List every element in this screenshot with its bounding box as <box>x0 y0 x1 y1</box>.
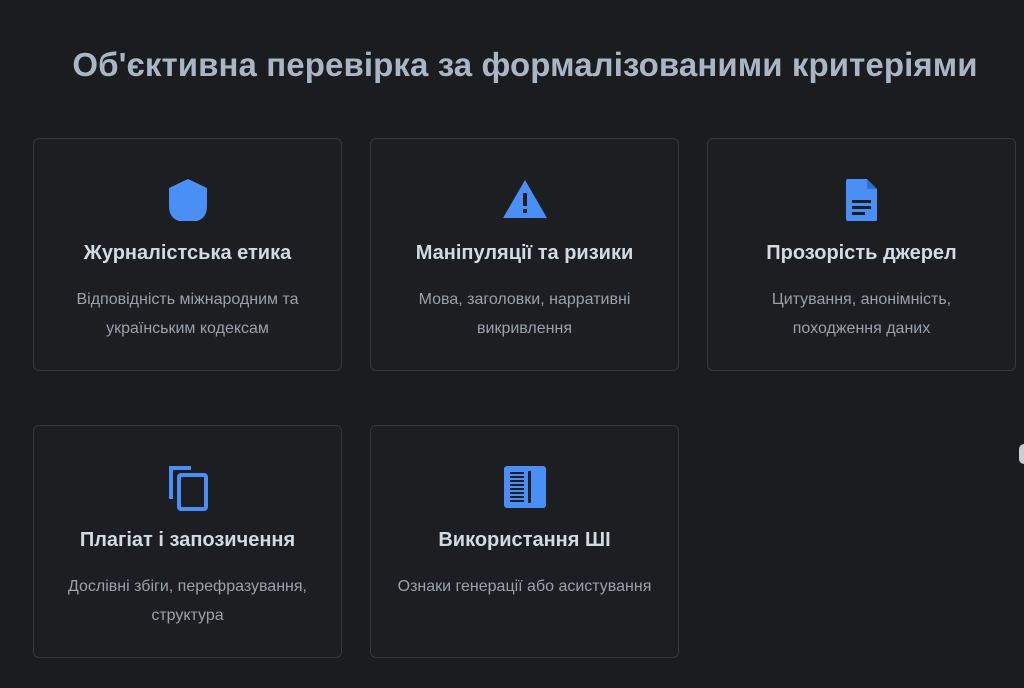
warning-icon <box>501 176 549 224</box>
copy-icon <box>164 463 212 511</box>
ai-text-icon <box>501 463 549 511</box>
card-description: Дослівні збіги, перефразування, структур… <box>68 578 307 624</box>
card-title: Журналістська етика <box>83 242 292 264</box>
card-title: Маніпуляції та ризики <box>415 242 634 264</box>
card-title: Плагіат і запозичення <box>79 529 296 551</box>
criteria-card-plagiarism: Плагіат і запозичення Дослівні збіги, пе… <box>33 425 342 658</box>
section-heading: Об'єктивна перевірка за формалізованими … <box>72 46 978 83</box>
card-title: Використання ШІ <box>438 529 611 551</box>
criteria-card-manipulation: Маніпуляції та ризики Мова, заголовки, н… <box>370 138 679 371</box>
shield-icon <box>164 176 212 224</box>
card-description: Мова, заголовки, нарративні викривлення <box>418 291 631 337</box>
document-icon <box>838 176 886 224</box>
card-description: Відповідність міжнародним та українським… <box>76 291 299 337</box>
criteria-card-sources: Прозорість джерел Цитування, анонімність… <box>707 138 1016 371</box>
criteria-card-ethics: Журналістська етика Відповідність міжнар… <box>33 138 342 371</box>
card-title: Прозорість джерел <box>766 242 957 264</box>
criteria-card-ai-usage: Використання ШІ Ознаки генерації або аси… <box>370 425 679 658</box>
criteria-section: Об'єктивна перевірка за формалізованими … <box>0 0 1024 688</box>
card-description: Ознаки генерації або асистування <box>397 578 652 595</box>
scroll-indicator[interactable] <box>1019 444 1024 464</box>
card-description: Цитування, анонімність, походження даних <box>771 291 952 337</box>
